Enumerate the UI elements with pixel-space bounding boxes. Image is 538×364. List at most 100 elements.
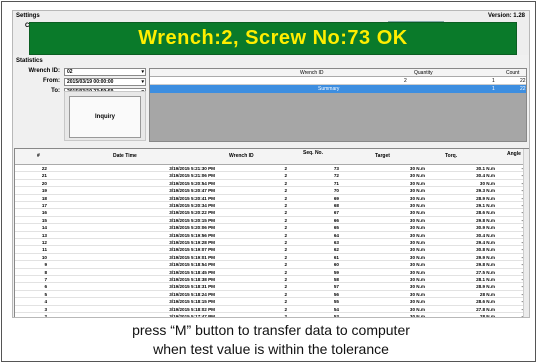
cell-w: 2 — [284, 225, 287, 231]
col-header-datetime[interactable]: Date Time — [113, 153, 137, 159]
cell-target: 30 N.m — [409, 217, 425, 223]
cell-seq: 69 — [333, 195, 339, 201]
cell-count: 22 — [520, 78, 526, 84]
from-datetime-picker[interactable]: 2015/03/19 00:00:00 ▾ — [64, 78, 146, 86]
col-header-target[interactable]: Target — [375, 153, 390, 159]
cell-n: 4 — [44, 299, 47, 305]
cell-dt: 3/19/2015 5:18:45 PM — [169, 269, 215, 275]
cell-seq: 58 — [333, 277, 339, 282]
cell-n: 10 — [41, 254, 47, 260]
col-header-wrench-id[interactable]: Wrench ID — [300, 70, 324, 76]
cell-dt: 3/19/2015 5:19:56 PM — [169, 232, 215, 238]
cell-dt: 3/19/2015 5:18:38 PM — [169, 277, 215, 282]
col-header-torq[interactable]: Torq. — [445, 153, 457, 159]
cell-target: 30 N.m — [409, 277, 425, 282]
cell-angle: - — [515, 225, 523, 230]
table-row[interactable]: 9 3/19/2015 5:18:54 PM 2 60 30 N.m 29.8 N.m - — [15, 261, 529, 269]
table-row[interactable]: 21 3/19/2015 5:21:06 PM 2 72 30 N.m 30.4 N.m - — [15, 172, 529, 180]
cell-dt: 3/19/2015 5:20:47 PM — [169, 188, 215, 194]
table-row[interactable]: 18 3/19/2015 5:20:41 PM 2 69 30 N.m 28.9 N.m - — [15, 195, 529, 202]
cell-seq: 61 — [333, 254, 339, 260]
status-message: Wrench:2, Screw No:73 OK — [138, 27, 408, 49]
cell-w: 2 — [284, 203, 287, 208]
summary-row[interactable]: Summary 1 22 — [150, 85, 526, 93]
cell-n: 9 — [44, 262, 47, 268]
cell-dt: 3/19/2015 5:20:06 PM — [169, 225, 215, 231]
table-row[interactable]: 15 3/19/2015 5:20:15 PM 2 66 30 N.m 29.8 N.m - — [15, 217, 529, 225]
cell-target: 30 N.m — [409, 210, 425, 216]
cell-torq: 27.5 N.m — [476, 269, 495, 275]
cell-n: 16 — [41, 210, 47, 216]
wrench-id-label: Wrench ID: — [28, 68, 60, 74]
cell-target: 30 N.m — [409, 247, 425, 253]
cell-angle: - — [515, 292, 523, 297]
cell-n: 17 — [41, 203, 47, 208]
table-row[interactable]: 22 3/19/2015 5:21:30 PM 2 73 30 N.m 30.1 N.m - — [15, 165, 529, 173]
table-row[interactable]: 13 3/19/2015 5:19:56 PM 2 64 30 N.m 30.4 N.m - — [15, 232, 529, 239]
cell-n: 3 — [44, 306, 47, 312]
cell-w: 2 — [284, 314, 287, 318]
col-header-angle[interactable]: Angle — [507, 151, 521, 157]
summary-grid-row[interactable]: 2 1 22 — [150, 77, 526, 85]
col-header-count[interactable]: Count — [506, 70, 519, 76]
summary-grid: Wrench ID Quantity Count 2 1 22 Summary … — [149, 68, 527, 142]
col-header-index[interactable]: # — [37, 153, 40, 159]
table-row[interactable]: 6 3/19/2015 5:18:31 PM 2 57 30 N.m 28.9 N.m - — [15, 283, 529, 291]
cell-target: 30 N.m — [409, 254, 425, 260]
cell-w: 2 — [284, 306, 287, 312]
table-row[interactable]: 8 3/19/2015 5:18:45 PM 2 59 30 N.m 27.5 N.m - — [15, 269, 529, 276]
cell-w: 2 — [284, 299, 287, 305]
cell-w: 2 — [284, 210, 287, 216]
wrench-id-select[interactable]: 02 ▾ — [64, 68, 146, 76]
table-row[interactable]: 7 3/19/2015 5:18:38 PM 2 58 30 N.m 28.1 N.m - — [15, 276, 529, 284]
cell-w: 2 — [284, 166, 287, 171]
cell-dt: 3/19/2015 5:18:54 PM — [169, 262, 215, 268]
cell-angle: - — [515, 181, 523, 186]
table-row[interactable]: 17 3/19/2015 5:20:34 PM 2 68 30 N.m 29.1 N.m - — [15, 202, 529, 210]
cell-seq: 67 — [333, 210, 339, 216]
cell-target: 30 N.m — [409, 188, 425, 194]
table-row[interactable]: 20 3/19/2015 5:20:54 PM 2 71 30 N.m 30 N.m - — [15, 180, 529, 188]
cell-torq: 29.9 N.m — [476, 254, 495, 260]
status-banner: Wrench:2, Screw No:73 OK — [29, 22, 517, 55]
cell-angle: - — [515, 262, 523, 267]
cell-target: 30 N.m — [409, 291, 425, 297]
cell-angle: - — [515, 255, 523, 260]
summary-count: 22 — [520, 86, 526, 92]
summary-label: Summary — [318, 86, 340, 92]
table-row[interactable]: 12 3/19/2015 5:19:28 PM 2 63 30 N.m 29.4 N.m - — [15, 239, 529, 247]
cell-torq: 30.1 N.m — [476, 166, 495, 171]
cell-n: 12 — [41, 240, 47, 245]
cell-angle: - — [515, 277, 523, 282]
cell-target: 30 N.m — [409, 180, 425, 186]
cell-torq: 29.3 N.m — [476, 188, 495, 194]
cell-angle: - — [515, 166, 523, 171]
cell-w: 2 — [284, 232, 287, 238]
cell-angle: - — [515, 299, 523, 304]
cell-torq: 28.6 N.m — [476, 210, 495, 216]
table-row[interactable]: 4 3/19/2015 5:18:15 PM 2 55 30 N.m 28.6 N.m - — [15, 298, 529, 306]
col-header-wrench-id[interactable]: Wrench ID — [229, 153, 254, 159]
inquiry-button[interactable]: Inquiry — [69, 96, 141, 138]
table-row[interactable]: 2 3/19/2015 5:17:47 PM 2 53 30 N.m 28 N.m - — [15, 313, 529, 318]
cell-seq: 70 — [333, 188, 339, 194]
cell-angle: - — [515, 188, 523, 193]
table-row[interactable]: 19 3/19/2015 5:20:47 PM 2 70 30 N.m 29.3 N.m - — [15, 187, 529, 195]
table-row[interactable]: 3 3/19/2015 5:18:02 PM 2 54 30 N.m 27.8 N.m - — [15, 306, 529, 313]
table-row[interactable]: 16 3/19/2015 5:20:22 PM 2 67 30 N.m 28.6 N.m - — [15, 209, 529, 217]
table-row[interactable]: 10 3/19/2015 5:19:01 PM 2 61 30 N.m 29.9 N.m - — [15, 254, 529, 262]
cell-torq: 30.4 N.m — [476, 173, 495, 179]
from-label: From: — [43, 78, 60, 84]
col-header-quantity[interactable]: Quantity — [414, 70, 433, 76]
table-row[interactable]: 11 3/19/2015 5:19:07 PM 2 62 30 N.m 30.8 N.m - — [15, 246, 529, 254]
col-header-seq-no[interactable]: Seq. No. — [303, 150, 323, 156]
cell-angle: - — [515, 203, 523, 208]
cell-torq: 30 N.m — [479, 180, 495, 186]
cell-n: 18 — [41, 195, 47, 201]
cell-w: 2 — [284, 240, 287, 245]
vertical-scrollbar[interactable] — [523, 149, 529, 317]
table-row[interactable]: 5 3/19/2015 5:18:24 PM 2 56 30 N.m 28 N.m - — [15, 291, 529, 299]
cell-dt: 3/19/2015 5:19:01 PM — [169, 254, 215, 260]
app-window: Settings C Version: 1.28 Statistics Wren… — [12, 10, 530, 318]
table-row[interactable]: 14 3/19/2015 5:20:06 PM 2 65 30 N.m 30.9 N.m - — [15, 224, 529, 232]
